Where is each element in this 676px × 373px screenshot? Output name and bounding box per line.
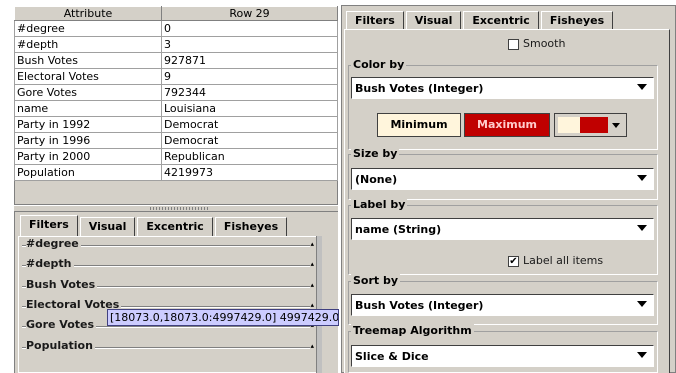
table-row[interactable]: Party in 1992 Democrat bbox=[14, 116, 338, 133]
left-tab-bar: Filters Visual Excentric Fisheyes bbox=[20, 215, 289, 236]
filter-collapse-icon[interactable]: ▴ bbox=[310, 260, 314, 268]
attribute-value-cell[interactable]: 3 bbox=[161, 36, 338, 53]
filter-label: Bush Votes bbox=[26, 278, 98, 291]
attribute-name-cell[interactable]: Party in 1996 bbox=[14, 132, 162, 149]
smooth-label: Smooth bbox=[523, 37, 566, 50]
selected-value: Slice & Dice bbox=[355, 350, 429, 363]
divider-grip bbox=[150, 207, 210, 210]
label-all-items-checkbox[interactable]: ✔ bbox=[508, 256, 519, 267]
group-title: Label by bbox=[351, 198, 408, 211]
attribute-value-cell[interactable]: 4219973 bbox=[161, 164, 338, 181]
dropdown-arrow-icon bbox=[637, 225, 647, 231]
palette-swatch-dark bbox=[580, 117, 608, 133]
attribute-value-cell[interactable]: Democrat bbox=[161, 116, 338, 133]
dropdown-arrow-icon bbox=[637, 175, 647, 181]
group-title: Size by bbox=[351, 147, 400, 160]
attribute-value-cell[interactable]: 792344 bbox=[161, 84, 338, 101]
attribute-value-cell[interactable]: Republican bbox=[161, 148, 338, 165]
filters-scrollbar[interactable] bbox=[316, 236, 322, 373]
tab-filters[interactable]: Filters bbox=[20, 215, 78, 236]
selected-value: (None) bbox=[355, 173, 398, 186]
maximum-color-button[interactable]: Maximum bbox=[464, 113, 550, 137]
group-title: Sort by bbox=[351, 274, 401, 287]
table-row[interactable]: Population 4219973 bbox=[14, 164, 338, 181]
attribute-value-cell[interactable]: 9 bbox=[161, 68, 338, 85]
attribute-value-cell[interactable]: Louisiana bbox=[161, 100, 338, 117]
attribute-table-panel: Attribute Row 29 #degree 0 #depth 3 Bush V… bbox=[14, 6, 338, 205]
table-row[interactable]: Party in 2000 Republican bbox=[14, 148, 338, 165]
dropdown-arrow-icon bbox=[637, 84, 647, 90]
range-tooltip: [18073.0,18073.0:4997429.0] 4997429.0] bbox=[107, 309, 339, 326]
attribute-name-cell[interactable]: Gore Votes bbox=[14, 84, 162, 101]
group-title: Treemap Algorithm bbox=[351, 324, 474, 337]
filter-bush-votes[interactable]: Bush Votes ▴ bbox=[22, 276, 314, 295]
attribute-value-cell[interactable]: 927871 bbox=[161, 52, 338, 69]
sort-by-select[interactable]: Bush Votes (Integer) bbox=[351, 294, 654, 316]
attribute-name-cell[interactable]: #degree bbox=[14, 20, 162, 37]
table-row[interactable]: #degree 0 bbox=[14, 20, 338, 37]
filter-collapse-icon[interactable]: ▴ bbox=[310, 301, 314, 309]
label-by-select[interactable]: name (String) bbox=[351, 218, 654, 240]
table-row[interactable]: Bush Votes 927871 bbox=[14, 52, 338, 69]
tab-fisheyes[interactable]: Fisheyes bbox=[214, 217, 288, 236]
attribute-name-cell[interactable]: Population bbox=[14, 164, 162, 181]
column-header-row[interactable]: Row 29 bbox=[161, 6, 338, 21]
filter-collapse-icon[interactable]: ▴ bbox=[310, 240, 314, 248]
table-row[interactable]: Party in 1996 Democrat bbox=[14, 132, 338, 149]
filter-label: #depth bbox=[26, 257, 74, 270]
filter-label: #degree bbox=[26, 237, 81, 250]
attribute-name-cell[interactable]: name bbox=[14, 100, 162, 117]
label-all-items-label: Label all items bbox=[523, 254, 604, 267]
tab-visual[interactable]: Visual bbox=[79, 217, 136, 236]
label-by-group: Label by bbox=[348, 198, 658, 275]
table-row[interactable]: Electoral Votes 9 bbox=[14, 68, 338, 85]
attribute-table: Attribute Row 29 #degree 0 #depth 3 Bush V… bbox=[14, 6, 338, 181]
color-palette-button[interactable] bbox=[554, 113, 627, 137]
attribute-name-cell[interactable]: Party in 2000 bbox=[14, 148, 162, 165]
tab-filters[interactable]: Filters bbox=[346, 11, 404, 30]
filter-label: Population bbox=[26, 339, 95, 352]
treemap-algorithm-select[interactable]: Slice & Dice bbox=[351, 345, 654, 367]
tab-excentric[interactable]: Excentric bbox=[463, 11, 539, 30]
color-by-select[interactable]: Bush Votes (Integer) bbox=[351, 77, 654, 99]
dropdown-arrow-icon bbox=[612, 123, 620, 128]
attribute-name-cell[interactable]: Bush Votes bbox=[14, 52, 162, 69]
dropdown-arrow-icon bbox=[637, 301, 647, 307]
attribute-value-cell[interactable]: 0 bbox=[161, 20, 338, 37]
filter-collapse-icon[interactable]: ▴ bbox=[310, 342, 314, 350]
table-header-row: Attribute Row 29 bbox=[14, 6, 338, 21]
table-row[interactable]: name Louisiana bbox=[14, 100, 338, 117]
dropdown-arrow-icon bbox=[637, 352, 647, 358]
attribute-name-cell[interactable]: #depth bbox=[14, 36, 162, 53]
attribute-value-cell[interactable]: Democrat bbox=[161, 132, 338, 149]
filter-collapse-icon[interactable]: ▴ bbox=[310, 281, 314, 289]
table-row[interactable]: #depth 3 bbox=[14, 36, 338, 53]
tab-excentric[interactable]: Excentric bbox=[137, 217, 213, 236]
attribute-name-cell[interactable]: Party in 1992 bbox=[14, 116, 162, 133]
table-row[interactable]: Gore Votes 792344 bbox=[14, 84, 338, 101]
attribute-name-cell[interactable]: Electoral Votes bbox=[14, 68, 162, 85]
filter-depth[interactable]: #depth ▴ bbox=[22, 255, 314, 274]
column-header-attribute[interactable]: Attribute bbox=[14, 6, 162, 21]
group-title: Color by bbox=[351, 58, 407, 71]
filter-degree[interactable]: #degree ▴ bbox=[22, 235, 314, 254]
checkmark-icon: ✔ bbox=[509, 256, 518, 267]
selected-value: Bush Votes (Integer) bbox=[355, 82, 484, 95]
filter-label: Gore Votes bbox=[26, 318, 97, 331]
tab-fisheyes[interactable]: Fisheyes bbox=[540, 11, 614, 30]
smooth-checkbox[interactable] bbox=[508, 39, 519, 50]
palette-swatch-light bbox=[558, 117, 580, 133]
selected-value: Bush Votes (Integer) bbox=[355, 299, 484, 312]
filter-population[interactable]: Population ▴ bbox=[22, 337, 314, 356]
selected-value: name (String) bbox=[355, 223, 442, 236]
size-by-select[interactable]: (None) bbox=[351, 168, 654, 190]
minimum-color-button[interactable]: Minimum bbox=[377, 113, 461, 137]
